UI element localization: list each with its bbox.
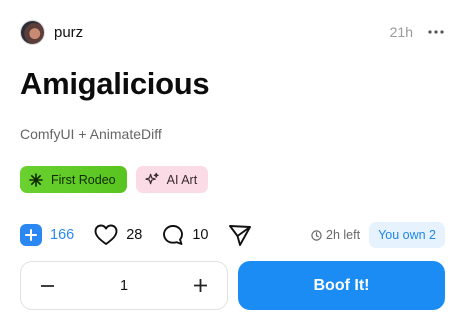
- tag-label: AI Art: [166, 172, 198, 187]
- tag-first-rodeo[interactable]: First Rodeo: [20, 166, 127, 193]
- post-time: 21h: [389, 24, 413, 40]
- post-subtitle: ComfyUI + AnimateDiff: [20, 126, 162, 142]
- action-bar: 166 28 10 2h left You own 2: [20, 222, 445, 248]
- buy-button[interactable]: Boof It!: [238, 261, 445, 310]
- tag-list: First Rodeo AI Art: [20, 166, 209, 193]
- plus-icon: [20, 224, 42, 246]
- share-button[interactable]: [228, 224, 252, 246]
- increment-button[interactable]: [191, 276, 211, 296]
- clock-icon: [311, 229, 322, 241]
- post-header: purz 21h: [20, 18, 445, 46]
- send-icon: [228, 224, 252, 246]
- more-options-icon[interactable]: [427, 23, 445, 41]
- like-button[interactable]: 28: [94, 224, 142, 246]
- upvote-count: 166: [50, 227, 75, 243]
- comment-count: 10: [192, 227, 209, 243]
- username[interactable]: purz: [54, 24, 83, 41]
- tag-ai-art[interactable]: AI Art: [135, 166, 209, 193]
- heart-icon: [94, 224, 118, 246]
- sparkle-star-icon: [29, 172, 43, 187]
- post-title: Amigalicious: [20, 66, 210, 101]
- comment-button[interactable]: 10: [162, 224, 208, 246]
- quantity-stepper: 1: [20, 261, 228, 310]
- tag-label: First Rodeo: [51, 172, 116, 187]
- time-left: 2h left: [311, 228, 360, 242]
- like-count: 28: [126, 227, 143, 243]
- comment-icon: [162, 224, 184, 246]
- ownership-badge: You own 2: [369, 222, 445, 248]
- decrement-button[interactable]: [37, 276, 57, 296]
- time-left-label: 2h left: [326, 228, 361, 242]
- sparkles-icon: [144, 172, 159, 187]
- avatar[interactable]: [20, 19, 45, 45]
- upvote-button[interactable]: 166: [20, 224, 74, 246]
- quantity-value[interactable]: 1: [120, 278, 128, 294]
